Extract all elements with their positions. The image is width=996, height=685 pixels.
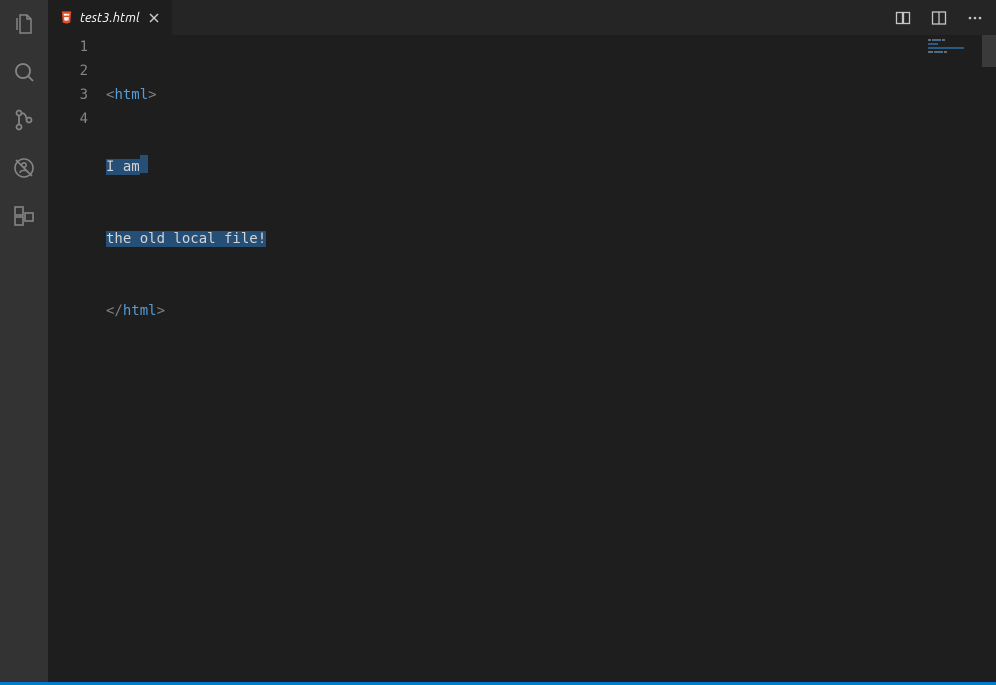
scrollbar-thumb[interactable] bbox=[982, 35, 996, 67]
source-control-icon[interactable] bbox=[10, 106, 38, 134]
minimap-content bbox=[928, 39, 964, 53]
line-number: 2 bbox=[48, 59, 88, 83]
selection-trail bbox=[140, 155, 148, 173]
line-number: 3 bbox=[48, 83, 88, 107]
selected-text: I am bbox=[106, 159, 140, 175]
tabs-left: test3.html bbox=[48, 0, 173, 35]
code-editor[interactable]: 1 2 3 4 <html> I am the old local file! … bbox=[48, 35, 922, 685]
close-icon[interactable] bbox=[146, 10, 162, 26]
code-line: </html> bbox=[106, 299, 922, 323]
punct: </ bbox=[106, 303, 123, 319]
tag-name: html bbox=[114, 87, 148, 103]
editor-actions bbox=[882, 0, 996, 35]
search-icon[interactable] bbox=[10, 58, 38, 86]
main-column: test3.html bbox=[48, 0, 996, 685]
minimap[interactable] bbox=[922, 35, 982, 685]
line-number-gutter: 1 2 3 4 bbox=[48, 35, 106, 685]
tab-label: test3.html bbox=[80, 11, 140, 25]
tag-name: html bbox=[123, 303, 157, 319]
split-editor-icon[interactable] bbox=[928, 7, 950, 29]
extensions-icon[interactable] bbox=[10, 202, 38, 230]
code-content[interactable]: <html> I am the old local file! </html> bbox=[106, 35, 922, 685]
tab-bar: test3.html bbox=[48, 0, 996, 35]
more-icon[interactable] bbox=[964, 7, 986, 29]
activity-bar bbox=[0, 0, 48, 685]
punct: > bbox=[148, 87, 156, 103]
debug-icon[interactable] bbox=[10, 154, 38, 182]
html5-icon bbox=[58, 10, 74, 26]
code-line: the old local file! bbox=[106, 227, 922, 251]
explorer-icon[interactable] bbox=[10, 10, 38, 38]
vertical-scrollbar[interactable] bbox=[982, 35, 996, 685]
code-line: I am bbox=[106, 155, 922, 179]
compare-icon[interactable] bbox=[892, 7, 914, 29]
line-number: 1 bbox=[48, 35, 88, 59]
tab-test3-html[interactable]: test3.html bbox=[48, 0, 173, 35]
code-line: <html> bbox=[106, 83, 922, 107]
line-number: 4 bbox=[48, 107, 88, 131]
editor-area: 1 2 3 4 <html> I am the old local file! … bbox=[48, 35, 996, 685]
selected-text: the old local file! bbox=[106, 231, 266, 247]
punct: > bbox=[157, 303, 165, 319]
